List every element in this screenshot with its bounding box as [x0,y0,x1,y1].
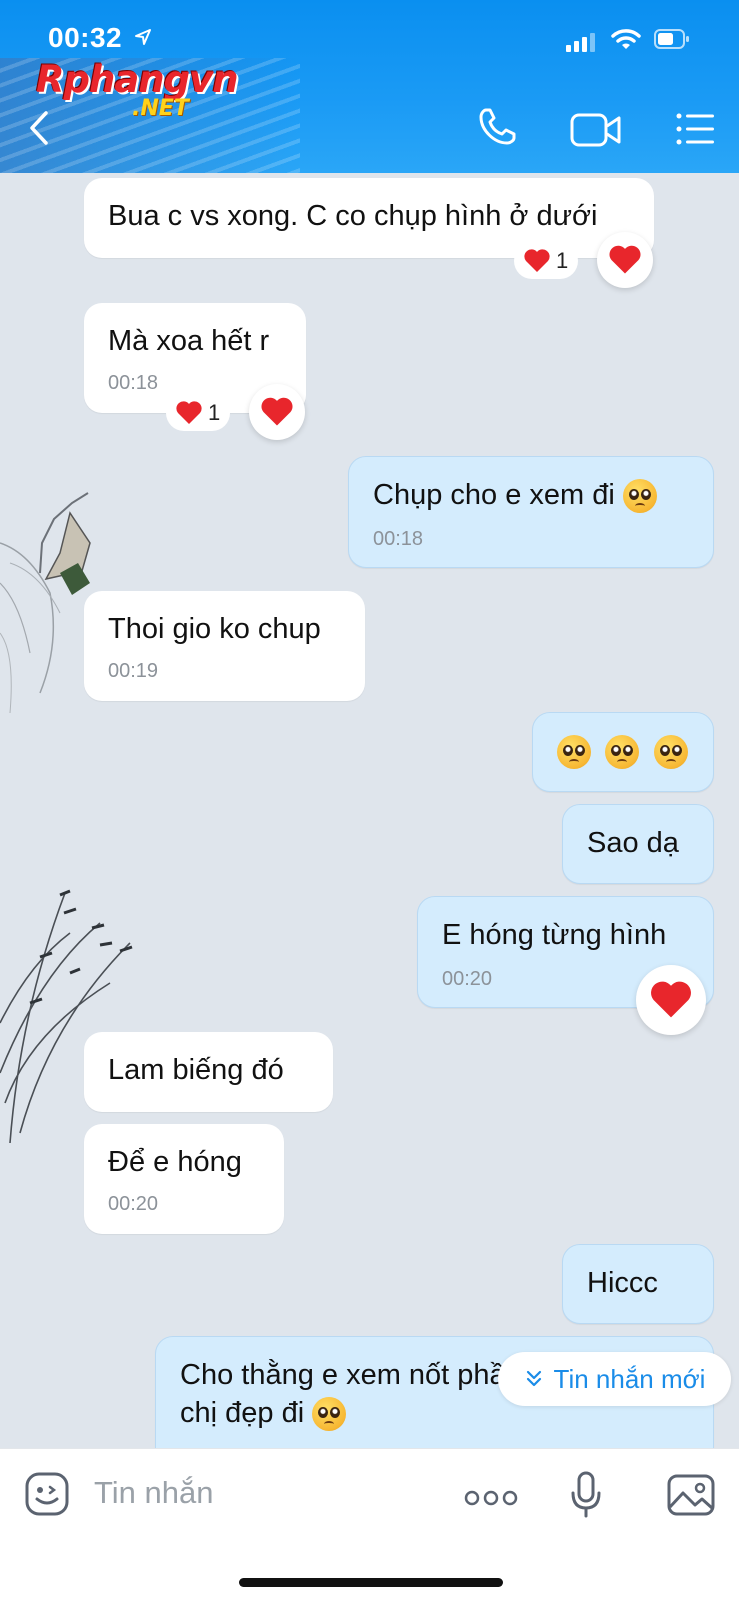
back-icon[interactable] [28,110,50,146]
message-text: Lam biếng đó [108,1054,284,1086]
reaction-count: 1 [556,248,569,273]
message-input[interactable]: Tin nhắn [94,1475,214,1511]
chat-header: 00:32 Rphangvn .NET [0,0,739,173]
react-heart-button[interactable] [249,384,305,440]
message-text: Thoi gio ko chup [108,613,321,645]
status-time: 00:32 [48,22,123,53]
message-text: Chụp cho e xem đi [373,479,657,514]
chat-messages[interactable]: Bua c vs xong. C co chụp hình ở dưới 1 M… [0,173,739,1448]
pleading-face-emoji [605,735,640,769]
message-outgoing[interactable]: Chụp cho e xem đi 00:18 [348,456,714,568]
message-incoming[interactable]: Để e hóng 00:20 [84,1124,284,1234]
phone-icon[interactable] [476,106,518,148]
message-incoming[interactable]: Lam biếng đó [84,1032,333,1112]
pleading-face-emoji [312,1397,347,1432]
heart-icon [176,401,202,424]
new-messages-button[interactable]: Tin nhắn mới [498,1352,731,1406]
wifi-icon [611,29,641,49]
reaction-summary[interactable]: 1 [166,395,231,431]
more-icon[interactable] [464,1489,518,1507]
message-outgoing-emoji[interactable] [532,712,714,792]
react-heart-button[interactable] [597,232,653,288]
image-icon[interactable] [666,1473,716,1517]
message-time: 00:18 [108,372,159,394]
logo-main-text: Rphangvn [36,58,239,101]
message-text: Để e hóng [108,1146,242,1178]
message-time: 00:20 [108,1193,159,1215]
message-time: 00:19 [108,660,159,682]
reaction-count: 1 [208,400,221,425]
heart-icon [609,245,641,274]
message-text: Hiccc [587,1267,658,1299]
message-incoming[interactable]: Thoi gio ko chup 00:19 [84,591,365,701]
location-arrow-icon [135,29,151,45]
message-outgoing[interactable]: Hiccc [562,1244,714,1324]
logo-suffix-text: .NET [132,96,189,121]
battery-icon [654,29,689,49]
message-text: Mà xoa hết r [108,325,270,357]
menu-icon[interactable] [676,112,716,146]
heart-icon [524,249,550,272]
double-chevron-down-icon [526,1370,541,1387]
heart-icon [651,981,691,1018]
sticker-icon[interactable] [24,1471,70,1517]
message-text: E hóng từng hình [442,919,667,951]
new-messages-label: Tin nhắn mới [553,1363,706,1394]
forum-logo: Rphangvn .NET [36,58,266,128]
emoji-row [557,735,688,769]
message-time: 00:18 [373,528,424,550]
video-call-icon[interactable] [570,112,622,148]
message-text-line2: chị đẹp đi [180,1397,347,1432]
message-time: 00:20 [442,968,493,990]
message-outgoing[interactable]: Sao dạ [562,804,714,884]
mic-icon[interactable] [570,1471,602,1519]
reaction-summary[interactable]: 1 [514,243,579,279]
heart-icon [261,397,293,426]
message-text: Bua c vs xong. C co chụp hình ở dưới [108,200,598,232]
message-text: Sao dạ [587,827,679,859]
pleading-face-emoji [557,735,591,769]
react-heart-button[interactable] [636,965,706,1035]
pleading-face-emoji [653,735,688,769]
pleading-face-emoji [622,479,657,514]
home-indicator [239,1578,503,1587]
cellular-signal-icon [566,33,595,52]
message-composer: Tin nhắn [0,1448,739,1601]
